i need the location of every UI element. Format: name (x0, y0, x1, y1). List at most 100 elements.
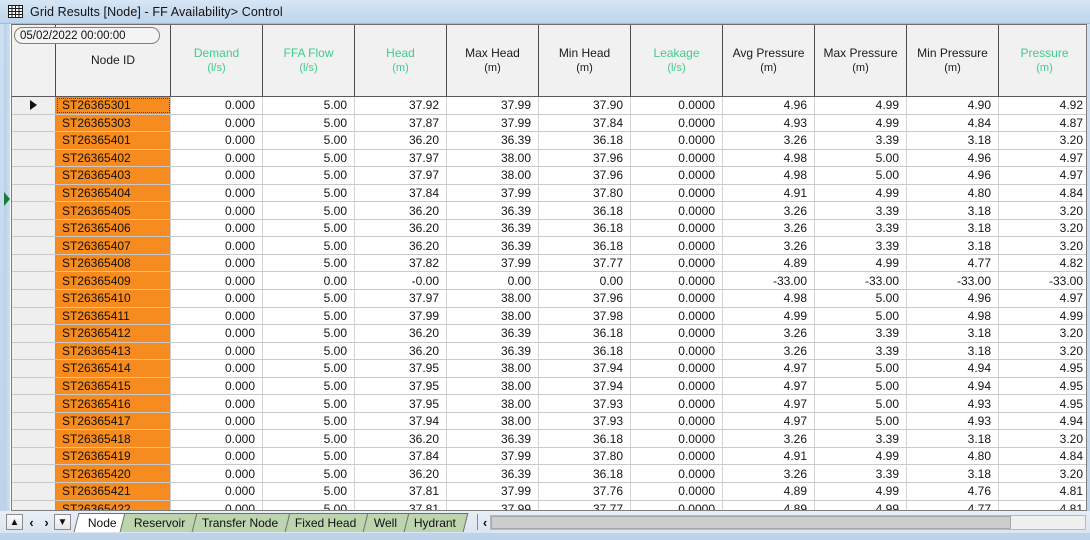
row-selector-cell[interactable] (12, 325, 56, 342)
cell-max_pressure[interactable]: 3.39 (815, 219, 907, 237)
row-selector-cell[interactable] (12, 465, 56, 483)
cell-min_pressure[interactable]: 4.80 (907, 184, 999, 202)
cell-min_head[interactable]: 36.18 (539, 325, 631, 342)
table-row[interactable]: ST26365403 0.000 5.00 37.97 38.00 37.96 0.0000… (12, 167, 1086, 185)
cell-min_head[interactable]: 37.98 (539, 307, 631, 325)
cell-leakage[interactable]: 0.0000 (631, 237, 723, 254)
column-header-max_head[interactable]: Max Head (m) (447, 25, 539, 96)
cell-pressure[interactable]: 3.20 (999, 132, 1086, 149)
nav-prev-button[interactable]: ‹ (24, 514, 39, 530)
cell-leakage[interactable]: 0.0000 (631, 342, 723, 360)
cell-demand[interactable]: 0.000 (171, 184, 263, 202)
cell-head[interactable]: 36.20 (355, 430, 447, 447)
cell-head[interactable]: 37.95 (355, 395, 447, 412)
cell-head[interactable]: 37.84 (355, 447, 447, 465)
cell-pressure[interactable]: 4.97 (999, 150, 1086, 167)
cell-node_id[interactable]: ST26365412 (56, 325, 171, 342)
cell-head[interactable]: 36.20 (355, 325, 447, 342)
cell-min_pressure[interactable]: 4.76 (907, 483, 999, 500)
window-titlebar[interactable]: Grid Results [Node] - FF Availability> C… (0, 0, 1090, 24)
cell-pressure[interactable]: 4.82 (999, 255, 1086, 272)
cell-min_pressure[interactable]: 3.18 (907, 342, 999, 360)
cell-max_head[interactable]: 37.99 (447, 447, 539, 465)
cell-min_head[interactable]: 36.18 (539, 430, 631, 447)
cell-ffa_flow[interactable]: 5.00 (263, 97, 355, 114)
cell-min_head[interactable]: 37.77 (539, 254, 631, 272)
table-row[interactable]: ST26365407 0.000 5.00 36.20 36.39 36.18 0.0000… (12, 237, 1086, 255)
cell-leakage[interactable]: 0.0000 (631, 395, 723, 412)
cell-pressure[interactable]: 4.95 (999, 360, 1086, 377)
cell-min_pressure[interactable]: 3.18 (907, 325, 999, 342)
tab-hydrant[interactable]: Hydrant (399, 513, 469, 532)
cell-head[interactable]: 37.82 (355, 254, 447, 272)
cell-demand[interactable]: 0.000 (171, 149, 263, 167)
cell-avg_pressure[interactable]: 3.26 (723, 465, 815, 483)
cell-max_head[interactable]: 36.39 (447, 202, 539, 219)
cell-max_head[interactable]: 38.00 (447, 307, 539, 325)
table-row[interactable]: ST26365408 0.000 5.00 37.82 37.99 37.77 0.0000… (12, 254, 1086, 273)
cell-head[interactable]: 36.20 (355, 219, 447, 237)
tab-reservoir[interactable]: Reservoir (119, 513, 198, 532)
cell-head[interactable]: 37.92 (355, 97, 447, 114)
cell-leakage[interactable]: 0.0000 (631, 412, 723, 430)
column-header-pressure[interactable]: Pressure (m) (999, 25, 1086, 96)
cell-avg_pressure[interactable]: 3.26 (723, 132, 815, 149)
cell-node_id[interactable]: ST26365405 (56, 202, 171, 219)
cell-leakage[interactable]: 0.0000 (631, 114, 723, 132)
table-row[interactable]: ST26365421 0.000 5.00 37.81 37.99 37.76 0.0000… (12, 483, 1086, 501)
cell-avg_pressure[interactable]: 3.26 (723, 325, 815, 342)
table-row[interactable]: ST26365404 0.000 5.00 37.84 37.99 37.80 0.0000… (12, 184, 1086, 203)
table-row[interactable]: ST26365405 0.000 5.00 36.20 36.39 36.18 0.0000… (12, 202, 1086, 220)
cell-node_id[interactable]: ST26365406 (56, 219, 171, 237)
cell-pressure[interactable]: 4.97 (999, 167, 1086, 184)
table-row[interactable]: ST26365418 0.000 5.00 36.20 36.39 36.18 0.0000… (12, 430, 1086, 448)
cell-node_id[interactable]: ST26365420 (56, 465, 171, 483)
cell-max_pressure[interactable]: 4.99 (815, 97, 907, 114)
cell-min_head[interactable]: 36.18 (539, 219, 631, 237)
cell-max_pressure[interactable]: -33.00 (815, 272, 907, 290)
grid-rows[interactable]: ST26365301 0.000 5.00 37.92 37.99 37.90 0.0000… (12, 97, 1086, 510)
cell-min_pressure[interactable]: 4.94 (907, 360, 999, 377)
cell-demand[interactable]: 0.000 (171, 447, 263, 465)
cell-avg_pressure[interactable]: 4.96 (723, 97, 815, 114)
cell-demand[interactable]: 0.000 (171, 483, 263, 500)
timestep-date-field[interactable]: 05/02/2022 00:00:00 (14, 27, 160, 44)
row-selector-cell[interactable] (12, 447, 56, 465)
cell-demand[interactable]: 0.000 (171, 360, 263, 377)
cell-max_pressure[interactable]: 4.99 (815, 184, 907, 202)
cell-ffa_flow[interactable]: 5.00 (263, 219, 355, 237)
cell-max_pressure[interactable]: 3.39 (815, 202, 907, 219)
cell-max_head[interactable]: 38.00 (447, 290, 539, 307)
cell-min_head[interactable]: 37.93 (539, 412, 631, 430)
cell-head[interactable]: 37.99 (355, 307, 447, 325)
cell-min_head[interactable]: 37.90 (539, 97, 631, 114)
cell-demand[interactable]: 0.000 (171, 290, 263, 307)
tab-transfer-node[interactable]: Transfer Node (187, 513, 291, 532)
table-row[interactable]: ST26365422 0.000 5.00 37.81 37.99 37.77 0.0000… (12, 500, 1086, 510)
cell-demand[interactable]: 0.000 (171, 412, 263, 430)
cell-max_head[interactable]: 37.99 (447, 254, 539, 272)
column-header-ffa_flow[interactable]: FFA Flow (l/s) (263, 25, 355, 96)
row-selector-cell[interactable] (12, 290, 56, 307)
cell-demand[interactable]: 0.000 (171, 132, 263, 149)
cell-leakage[interactable]: 0.0000 (631, 97, 723, 114)
column-header-avg_pressure[interactable]: Avg Pressure (m) (723, 25, 815, 96)
cell-min_pressure[interactable]: 3.18 (907, 202, 999, 219)
table-row[interactable]: ST26365420 0.000 5.00 36.20 36.39 36.18 0.0000… (12, 465, 1086, 484)
cell-min_pressure[interactable]: 4.93 (907, 395, 999, 412)
cell-head[interactable]: 36.20 (355, 237, 447, 254)
column-header-min_pressure[interactable]: Min Pressure (m) (907, 25, 999, 96)
table-row[interactable]: ST26365419 0.000 5.00 37.84 37.99 37.80 0.0000… (12, 447, 1086, 466)
cell-avg_pressure[interactable]: 4.97 (723, 377, 815, 395)
cell-max_head[interactable]: 37.99 (447, 500, 539, 510)
cell-demand[interactable]: 0.000 (171, 342, 263, 360)
cell-pressure[interactable]: 4.81 (999, 501, 1086, 510)
cell-demand[interactable]: 0.000 (171, 465, 263, 483)
cell-leakage[interactable]: 0.0000 (631, 325, 723, 342)
cell-ffa_flow[interactable]: 5.00 (263, 132, 355, 149)
cell-leakage[interactable]: 0.0000 (631, 219, 723, 237)
cell-avg_pressure[interactable]: 3.26 (723, 342, 815, 360)
horizontal-scrollbar[interactable] (490, 514, 1086, 530)
cell-max_pressure[interactable]: 5.00 (815, 167, 907, 184)
cell-max_pressure[interactable]: 3.39 (815, 132, 907, 149)
